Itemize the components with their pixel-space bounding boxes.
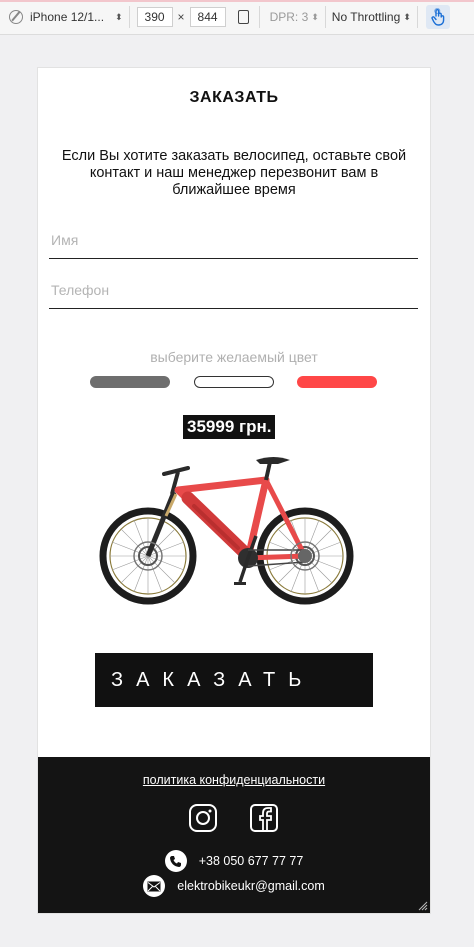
height-input[interactable]: 844 bbox=[189, 7, 226, 27]
facebook-icon[interactable] bbox=[249, 803, 279, 833]
page-title: ЗАКАЗАТЬ bbox=[189, 89, 279, 106]
phone-field bbox=[49, 272, 418, 309]
color-label: выберите желаемый цвет bbox=[150, 349, 318, 365]
updown-caret-icon: ⬍ bbox=[403, 11, 411, 22]
email-address[interactable]: elektrobikeukr@gmail.com bbox=[177, 879, 324, 893]
price-tag: 35999 грн. bbox=[183, 415, 276, 439]
order-button[interactable]: ЗАКАЗАТЬ bbox=[95, 653, 373, 707]
divider bbox=[128, 6, 130, 28]
divider bbox=[416, 6, 418, 28]
email-row: elektrobikeukr@gmail.com bbox=[38, 875, 430, 897]
order-page: ЗАКАЗАТЬ Если Вы хотите заказать велосип… bbox=[38, 68, 430, 913]
resize-grip-icon[interactable] bbox=[416, 899, 428, 911]
mail-icon bbox=[143, 875, 166, 897]
touch-icon[interactable] bbox=[425, 5, 450, 29]
name-input[interactable] bbox=[49, 222, 418, 258]
dimension-times: × bbox=[177, 10, 185, 24]
device-icon bbox=[9, 10, 23, 24]
privacy-policy-link[interactable]: политика конфиденциальности bbox=[38, 773, 430, 787]
updown-caret-icon: ⬍ bbox=[115, 11, 123, 22]
divider bbox=[258, 6, 260, 28]
phone-number[interactable]: +38 050 677 77 77 bbox=[199, 854, 304, 868]
divider bbox=[324, 6, 326, 28]
toolbar-accent-line bbox=[0, 0, 474, 2]
phone-icon bbox=[164, 850, 187, 872]
name-field bbox=[49, 222, 418, 259]
color-swatch-red[interactable] bbox=[297, 376, 377, 388]
devtools-toolbar: iPhone 12/1... ⬍ 390 × 844 DPR: 3 ⬍ No T… bbox=[0, 0, 474, 35]
phone-input[interactable] bbox=[49, 272, 418, 308]
instagram-icon[interactable] bbox=[188, 803, 218, 833]
width-input[interactable]: 390 bbox=[136, 7, 173, 27]
color-swatch-gray[interactable] bbox=[90, 376, 170, 388]
intro-text: Если Вы хотите заказать велосипед, остав… bbox=[61, 148, 407, 198]
dpr-select[interactable]: DPR: 3 bbox=[270, 10, 309, 24]
throttling-select[interactable]: No Throttling bbox=[332, 10, 400, 24]
device-select[interactable]: iPhone 12/1... bbox=[30, 10, 112, 24]
bike-image bbox=[99, 457, 354, 605]
rotate-icon[interactable] bbox=[237, 10, 249, 24]
color-swatch-white[interactable] bbox=[194, 376, 274, 388]
phone-row: +38 050 677 77 77 bbox=[38, 850, 430, 872]
footer: политика конфиденциальности +38 050 677 … bbox=[38, 757, 430, 913]
updown-caret-icon: ⬍ bbox=[311, 11, 319, 22]
